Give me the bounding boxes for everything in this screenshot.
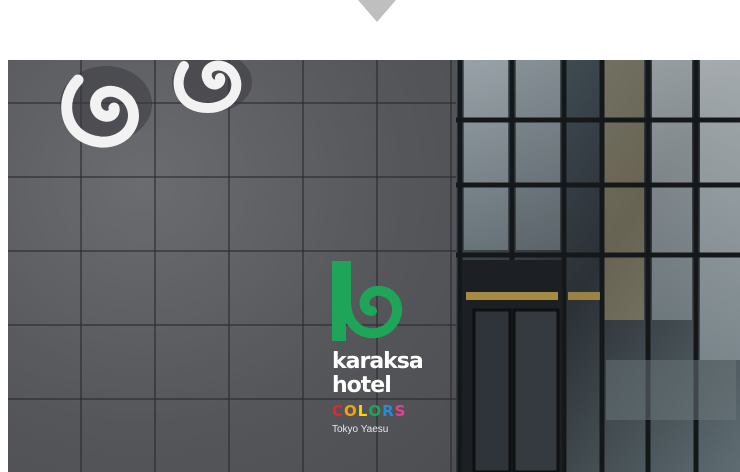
sub-brand-letter: L	[357, 402, 369, 420]
brand-name-line-1: karaksa	[332, 349, 424, 374]
sub-brand-colors: COLORS	[332, 402, 442, 420]
spiral-ornament-icon	[172, 60, 252, 114]
hotel-sign: karaksa hotel COLORS Tokyo Yaesu	[329, 258, 442, 436]
location-label: Tokyo Yaesu	[332, 424, 389, 435]
glass-facade	[456, 60, 740, 472]
sub-brand-letter: O	[344, 402, 358, 420]
brand-name-line-2: hotel	[332, 373, 392, 398]
sub-brand-letter: O	[368, 402, 383, 420]
hotel-exterior-photo: karaksa hotel COLORS Tokyo Yaesu	[8, 60, 740, 472]
sub-brand-letter: C	[332, 402, 345, 420]
sub-brand-letter: R	[382, 402, 395, 420]
spiral-ornament-icon	[60, 66, 152, 148]
down-arrow-icon	[358, 0, 396, 22]
down-arrow-area	[0, 0, 740, 60]
sub-brand-letter: S	[394, 402, 407, 420]
spiral-logo-icon	[329, 258, 402, 341]
